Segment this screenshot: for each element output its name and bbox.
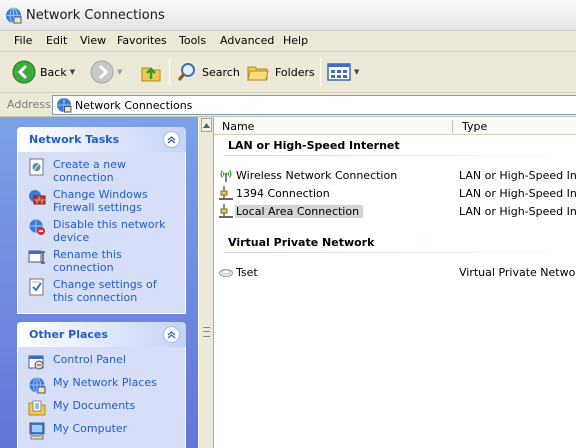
task-create-connection[interactable]: Create a new connection [28,158,179,184]
network-tasks-title: Network Tasks [29,133,120,146]
rename-icon [28,250,45,264]
toolbar: Back ▼ ▼ Search Folders ▼ [0,52,576,93]
disable-network-icon [29,219,45,235]
connection-row[interactable]: 1394 Connection LAN or High-Speed Intern… [218,185,576,202]
collapse-other-places-button[interactable] [163,326,180,343]
views-button[interactable]: ▼ [327,57,359,87]
connection-row[interactable]: Wireless Network Connection LAN or High-… [218,167,576,184]
connection-type: LAN or High-Speed Internet [459,187,576,200]
place-my-network-places[interactable]: My Network Places [28,376,179,396]
splitter-grip[interactable] [203,327,210,337]
forward-button[interactable]: ▼ [90,57,122,87]
address-bar: Address Network Connections [0,93,576,117]
connection-type: Virtual Private Network [459,266,576,279]
group-header-vpn: Virtual Private Network [228,236,375,249]
place-my-computer[interactable]: My Computer [28,422,179,442]
menu-view[interactable]: View [80,34,106,47]
connection-row[interactable]: Local Area Connection LAN or High-Speed … [218,203,576,220]
up-folder-button[interactable] [140,57,162,87]
menu-help[interactable]: Help [283,34,308,47]
back-dropdown-icon[interactable]: ▼ [70,68,75,76]
forward-dropdown-icon[interactable]: ▼ [117,68,122,76]
menu-tools[interactable]: Tools [179,34,206,47]
connection-name: Wireless Network Connection [236,169,398,182]
connection-name: 1394 Connection [236,187,330,200]
network-tasks-panel: Network Tasks Create a new connection Ch… [17,127,186,314]
connection-type: LAN or High-Speed Internet [459,169,576,182]
vpn-connection-icon [219,269,233,277]
column-name-header[interactable]: Name [222,120,254,133]
collapse-network-tasks-button[interactable] [163,131,180,148]
back-label: Back [40,65,67,79]
search-label: Search [202,65,240,79]
connection-name: Tset [236,266,258,279]
network-connections-icon [6,7,22,24]
connection-row[interactable]: Tset Virtual Private Network [218,264,576,281]
pane-splitter[interactable] [198,117,214,448]
search-button[interactable]: Search [176,57,240,87]
address-label: Address [7,98,51,111]
task-change-firewall[interactable]: Change Windows Firewall settings [28,188,179,214]
new-connection-icon [29,158,44,176]
back-button[interactable]: Back ▼ [12,57,75,87]
menu-advanced[interactable]: Advanced [220,34,274,47]
task-change-settings[interactable]: Change settings of this connection [28,278,179,304]
task-disable-device[interactable]: Disable this network device [28,218,179,244]
column-header: Name Type [214,117,576,135]
views-icon [327,63,351,81]
views-dropdown-icon[interactable]: ▼ [354,68,359,76]
other-places-title: Other Places [29,328,108,341]
menu-edit[interactable]: Edit [46,34,67,47]
other-places-list: Control Panel My Network Places My Docum… [17,347,186,448]
place-control-panel[interactable]: Control Panel [28,353,179,373]
chevron-up-icon [167,136,176,144]
window-title: Network Connections [26,8,165,23]
folders-button[interactable]: Folders [246,57,315,87]
my-documents-icon [28,400,46,416]
network-tasks-header[interactable]: Network Tasks [17,127,186,152]
connection-name: Local Area Connection [235,205,364,218]
other-places-panel: Other Places Control Panel My Network Pl… [17,322,186,448]
scroll-up-button[interactable] [201,118,212,132]
address-value: Network Connections [75,99,193,112]
column-type-header[interactable]: Type [462,120,487,133]
lan-connection-icon [219,204,233,218]
menu-file[interactable]: File [14,34,32,47]
my-computer-icon [29,422,45,440]
network-connections-icon [57,98,72,113]
address-field[interactable]: Network Connections [52,95,576,115]
task-rename-connection[interactable]: Rename this connection [28,248,179,274]
menu-bar: File Edit View Favorites Tools Advanced … [0,31,576,52]
group-header-lan: LAN or High-Speed Internet [228,139,400,152]
up-folder-icon [141,67,161,82]
search-icon [177,63,195,81]
chevron-up-icon [167,331,176,339]
control-panel-icon [28,355,44,370]
title-bar: Network Connections [0,0,576,31]
wireless-connection-icon [220,170,232,182]
forward-arrow-icon [90,60,114,84]
caret-up-icon [203,122,210,128]
settings-icon [29,278,44,296]
folders-label: Folders [275,65,315,79]
folders-icon [247,66,269,81]
task-pane: Network Tasks Create a new connection Ch… [0,117,198,448]
network-places-icon [29,377,46,394]
other-places-header[interactable]: Other Places [17,322,186,347]
connection-type: LAN or High-Speed Internet [459,205,576,218]
network-tasks-list: Create a new connection Change Windows F… [17,152,186,314]
menu-favorites[interactable]: Favorites [117,34,167,47]
place-my-documents[interactable]: My Documents [28,399,179,419]
firewall-icon [29,190,46,205]
lan-connection-icon [219,186,233,200]
connections-list: Name Type LAN or High-Speed Internet Wir… [214,117,576,448]
back-arrow-icon [12,60,36,84]
